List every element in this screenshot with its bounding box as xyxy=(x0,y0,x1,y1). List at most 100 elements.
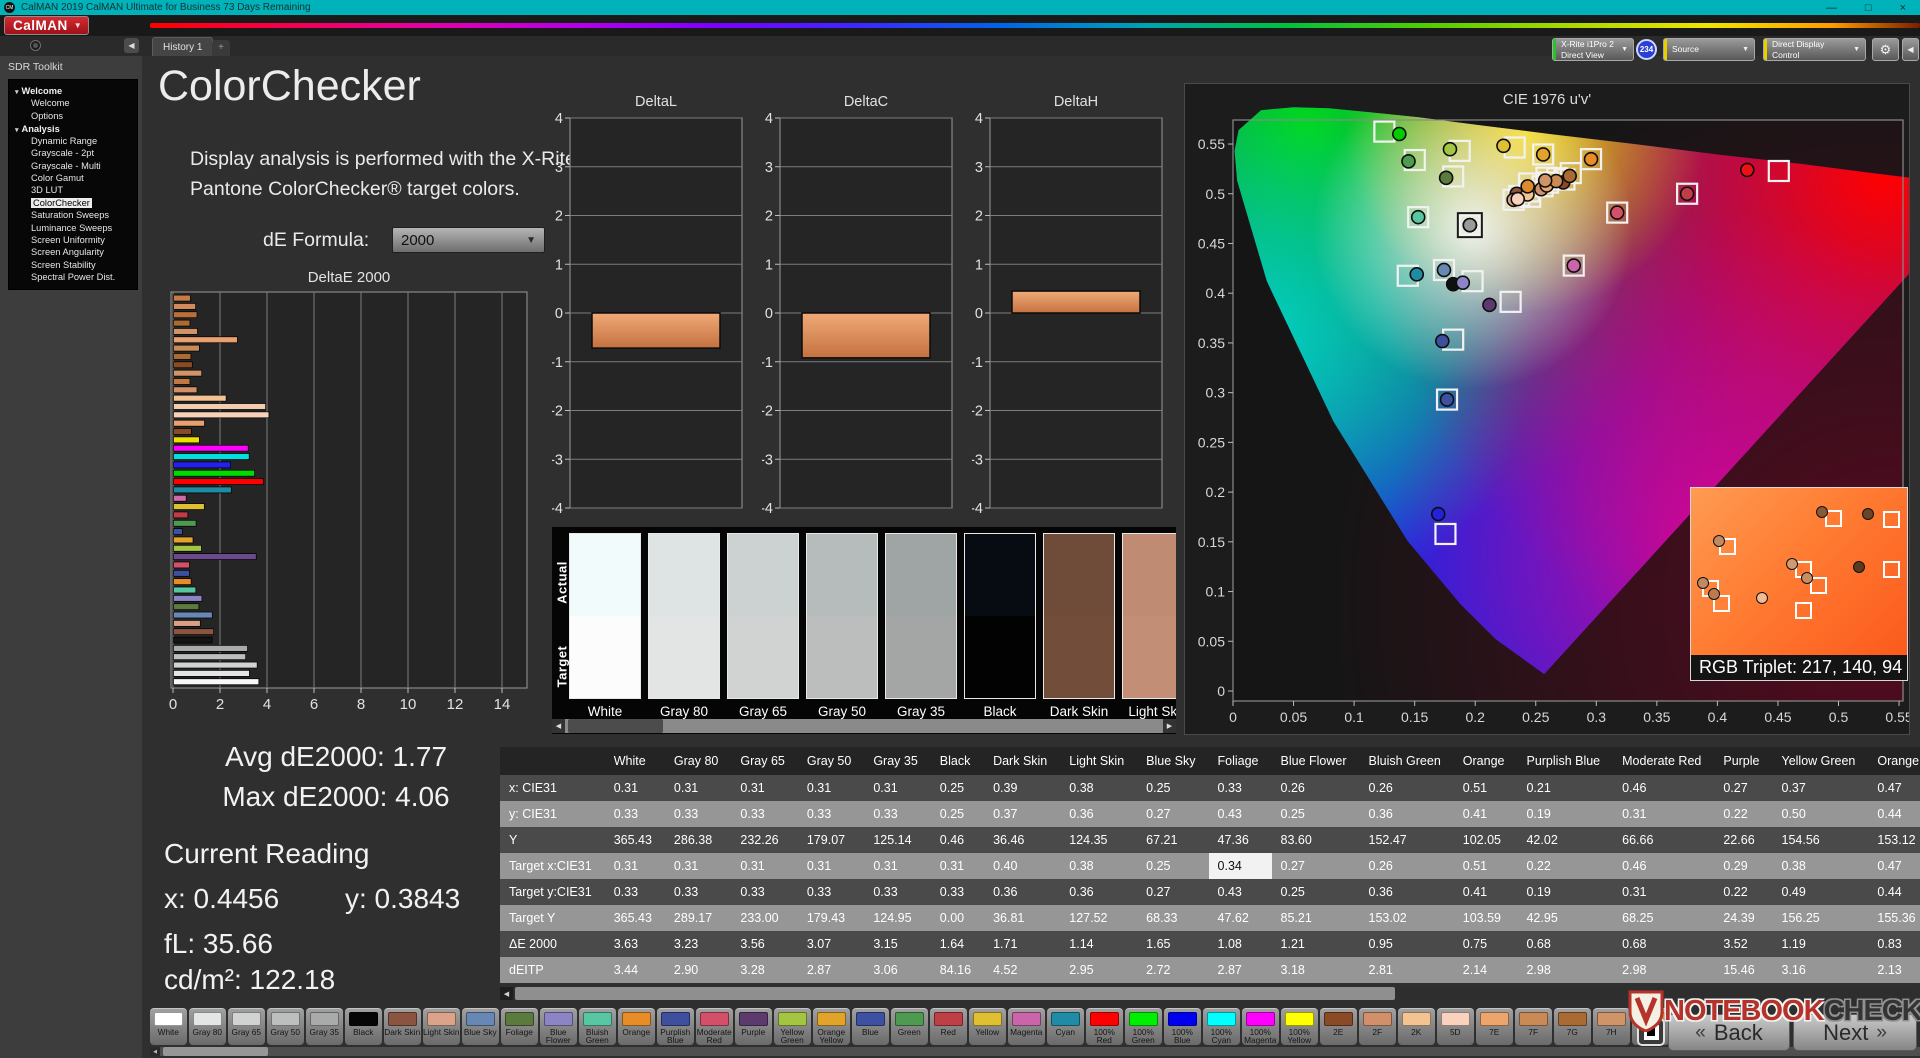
sidebar-item-spectral-power-dist-[interactable]: Spectral Power Dist. xyxy=(9,271,137,283)
patch-button-100-red[interactable]: 100% Red xyxy=(1086,1008,1123,1045)
measured-circle-marker xyxy=(1861,508,1874,521)
patch-button-100-magenta[interactable]: 100% Magenta xyxy=(1242,1008,1279,1045)
patch-button-5d[interactable]: 5D xyxy=(1437,1008,1474,1045)
sidebar-item-grayscale-2pt[interactable]: Grayscale - 2pt xyxy=(9,147,137,159)
sidebar-item-grayscale-multi[interactable]: Grayscale - Multi xyxy=(9,160,137,172)
table-cell: 0.33 xyxy=(864,879,931,905)
sidebar-item-3d-lut[interactable]: 3D LUT xyxy=(9,184,137,196)
sidebar-item-luminance-sweeps[interactable]: Luminance Sweeps xyxy=(9,221,137,233)
patch-button-2e[interactable]: 2E xyxy=(1320,1008,1357,1045)
patch-button-gray-65[interactable]: Gray 65 xyxy=(228,1008,265,1045)
sidebar-item-saturation-sweeps[interactable]: Saturation Sweeps xyxy=(9,209,137,221)
patch-button-cyan[interactable]: Cyan xyxy=(1047,1008,1084,1045)
patch-button-blue-flower[interactable]: Blue Flower xyxy=(540,1008,577,1045)
patch-button-7h[interactable]: 7H xyxy=(1593,1008,1630,1045)
patch-button-7e[interactable]: 7E xyxy=(1476,1008,1513,1045)
scrollbar-thumb[interactable] xyxy=(515,987,1395,1000)
sidebar-item-screen-uniformity[interactable]: Screen Uniformity xyxy=(9,234,137,246)
sidebar-collapse-button[interactable]: ◀ xyxy=(124,38,139,53)
sidebar-group-analysis[interactable]: ▾ Analysis xyxy=(9,122,137,135)
swatch-scrollbar[interactable]: ◀ ▶ xyxy=(552,719,1176,733)
patch-button-bluish-green[interactable]: Bluish Green xyxy=(579,1008,616,1045)
scroll-left-icon[interactable]: ◀ xyxy=(552,719,565,733)
patch-button-black[interactable]: Black xyxy=(345,1008,382,1045)
patch-color-chip xyxy=(1168,1012,1197,1026)
patch-button-dark-skin[interactable]: Dark Skin xyxy=(384,1008,421,1045)
calman-menu-button[interactable]: CalMAN ▼ xyxy=(4,16,90,35)
patch-button-2f[interactable]: 2F xyxy=(1359,1008,1396,1045)
table-cell: 0.22 xyxy=(1714,879,1773,905)
tab-history-1[interactable]: History 1 xyxy=(152,37,214,56)
sidebar-item-options[interactable]: Options xyxy=(9,109,137,121)
svg-text:3: 3 xyxy=(555,160,563,176)
svg-text:0: 0 xyxy=(765,306,773,322)
table-cell: 365.43 xyxy=(604,905,665,931)
scrollbar-thumb[interactable] xyxy=(568,719,663,733)
patch-button-moderate-red[interactable]: Moderate Red xyxy=(696,1008,733,1045)
panel-collapse-button[interactable]: ◀ xyxy=(1902,38,1919,61)
patch-button-red[interactable]: Red xyxy=(930,1008,967,1045)
close-button[interactable]: × xyxy=(1900,2,1906,14)
swatch-actual xyxy=(649,534,719,616)
patch-label: 7G xyxy=(1566,1027,1578,1037)
sidebar-item-colorchecker[interactable]: ColorChecker xyxy=(9,197,137,209)
nav-radio-icon[interactable] xyxy=(30,40,41,51)
patch-button-magenta[interactable]: Magenta xyxy=(1008,1008,1045,1045)
results-table: White Gray 80 Gray 65 Gray 50 Gray 35 Black Da… xyxy=(500,747,1920,985)
measured-circle-marker xyxy=(1697,576,1710,589)
de-formula-dropdown[interactable]: 2000 ▼ xyxy=(392,227,545,253)
table-cell: 0.47 xyxy=(1868,853,1920,879)
patch-button-purplish-blue[interactable]: Purplish Blue xyxy=(657,1008,694,1045)
meter-count-badge[interactable]: 234 xyxy=(1636,39,1657,60)
patch-button-yellow-green[interactable]: Yellow Green xyxy=(774,1008,811,1045)
title-bar: CM CalMAN 2019 CalMAN Ultimate for Busin… xyxy=(0,0,1920,15)
patch-button-yellow[interactable]: Yellow xyxy=(969,1008,1006,1045)
patch-button-7f[interactable]: 7F xyxy=(1515,1008,1552,1045)
table-cell: 152.47 xyxy=(1359,827,1454,853)
settings-button[interactable]: ⚙ xyxy=(1872,38,1899,61)
patch-button-7g[interactable]: 7G xyxy=(1554,1008,1591,1045)
table-cell: 365.43 xyxy=(604,827,665,853)
patch-label: Gray 80 xyxy=(192,1027,222,1037)
table-cell: 179.07 xyxy=(797,827,865,853)
sidebar-item-welcome[interactable]: Welcome xyxy=(9,97,137,109)
patch-button-light-skin[interactable]: Light Skin xyxy=(423,1008,460,1045)
table-cell: 0.19 xyxy=(1517,879,1614,905)
scrollbar-thumb[interactable] xyxy=(163,1047,268,1056)
patch-button-orange[interactable]: Orange xyxy=(618,1008,655,1045)
add-tab-button[interactable]: + xyxy=(212,40,230,56)
sidebar-item-color-gamut[interactable]: Color Gamut xyxy=(9,172,137,184)
patch-button-100-green[interactable]: 100% Green xyxy=(1125,1008,1162,1045)
patch-button-blue[interactable]: Blue xyxy=(852,1008,889,1045)
patch-button-gray-50[interactable]: Gray 50 xyxy=(267,1008,304,1045)
restore-button[interactable]: □ xyxy=(1865,2,1872,14)
table-cell: 0.37 xyxy=(984,801,1061,827)
sidebar-item-dynamic-range[interactable]: Dynamic Range xyxy=(9,135,137,147)
patch-strip-scrollbar[interactable]: ◀ xyxy=(150,1047,1920,1056)
patch-button-blue-sky[interactable]: Blue Sky xyxy=(462,1008,499,1045)
patch-button-2k[interactable]: 2K xyxy=(1398,1008,1435,1045)
patch-button-foliage[interactable]: Foliage xyxy=(501,1008,538,1045)
patch-button-white[interactable]: White xyxy=(150,1008,187,1045)
patch-button-green[interactable]: Green xyxy=(891,1008,928,1045)
patch-button-100-cyan[interactable]: 100% Cyan xyxy=(1203,1008,1240,1045)
patch-color-chip xyxy=(271,1012,300,1026)
patch-color-chip xyxy=(427,1012,456,1026)
display-control-dropdown[interactable]: Direct Display Control ▼ xyxy=(1763,38,1866,61)
scroll-left-icon[interactable]: ◀ xyxy=(500,987,513,1000)
svg-text:2: 2 xyxy=(216,696,224,713)
scroll-left-icon[interactable]: ◀ xyxy=(150,1047,160,1056)
sidebar-group-welcome[interactable]: ▾ Welcome xyxy=(9,84,137,97)
patch-button-100-yellow[interactable]: 100% Yellow xyxy=(1281,1008,1318,1045)
patch-button-purple[interactable]: Purple xyxy=(735,1008,772,1045)
sidebar-item-screen-stability[interactable]: Screen Stability xyxy=(9,259,137,271)
patch-button-gray-35[interactable]: Gray 35 xyxy=(306,1008,343,1045)
minimize-button[interactable]: — xyxy=(1826,2,1837,14)
patch-button-100-blue[interactable]: 100% Blue xyxy=(1164,1008,1201,1045)
meter-dropdown[interactable]: X-Rite i1Pro 2 Direct View ▼ xyxy=(1552,38,1634,61)
scroll-right-icon[interactable]: ▶ xyxy=(1163,719,1176,733)
patch-button-orange-yellow[interactable]: Orange Yellow xyxy=(813,1008,850,1045)
sidebar-item-screen-angularity[interactable]: Screen Angularity xyxy=(9,246,137,258)
patch-button-gray-80[interactable]: Gray 80 xyxy=(189,1008,226,1045)
source-dropdown[interactable]: Source ▼ xyxy=(1663,38,1755,61)
